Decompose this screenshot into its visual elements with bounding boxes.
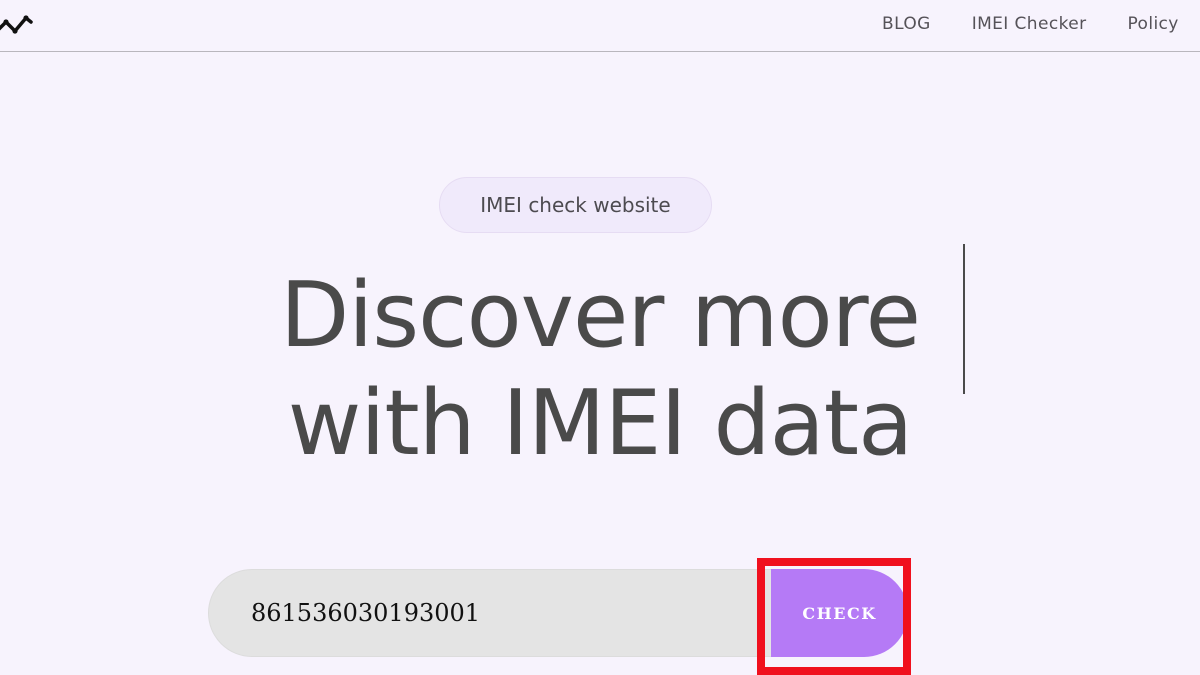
nav-link-imei-checker[interactable]: IMEI Checker [972, 14, 1087, 34]
headline-line-2: with IMEI data [287, 371, 913, 476]
imei-input[interactable] [208, 569, 808, 657]
nav-link-blog[interactable]: BLOG [882, 14, 931, 34]
imei-search-form: CHECK [208, 569, 908, 657]
page: BLOG IMEI Checker Policy IMEI check webs… [0, 0, 1200, 675]
hero-badge: IMEI check website [439, 177, 712, 233]
text-caret [963, 244, 965, 394]
headline-line-1: Discover more [279, 263, 921, 368]
check-button[interactable]: CHECK [771, 569, 908, 657]
nav-links: BLOG IMEI Checker Policy [882, 14, 1200, 34]
zigzag-logo-icon[interactable] [0, 12, 36, 38]
navbar: BLOG IMEI Checker Policy [0, 0, 1200, 52]
nav-link-policy[interactable]: Policy [1127, 14, 1178, 34]
hero-headline: Discover more with IMEI data [150, 262, 1050, 478]
